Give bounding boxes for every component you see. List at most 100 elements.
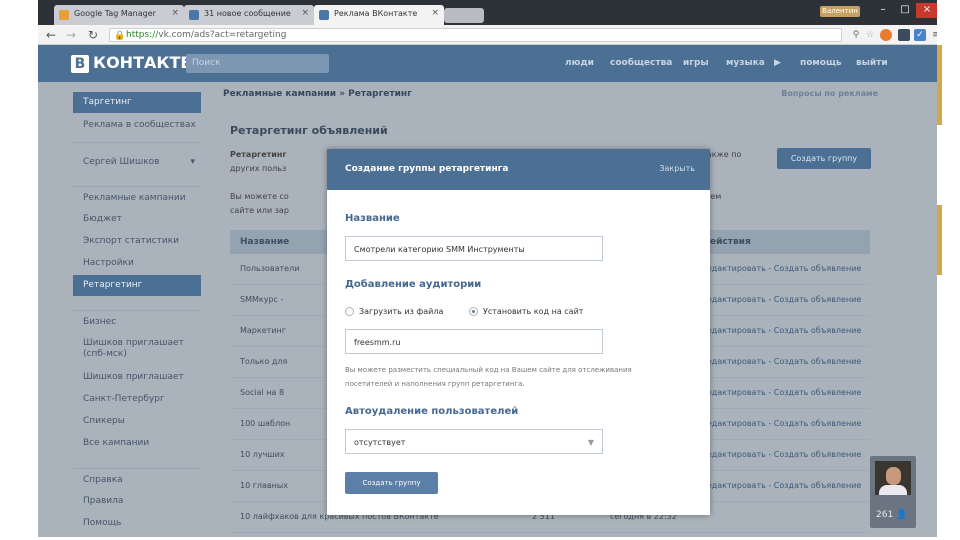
vk-search-input[interactable]: Поиск: [186, 54, 329, 73]
row-actions[interactable]: Редактировать - Создать объявление: [702, 419, 861, 428]
right-edge-strip: [937, 45, 960, 537]
tag-manager-icon: [59, 10, 69, 20]
user-icon: 👤: [896, 510, 908, 520]
pocket-icon[interactable]: [898, 29, 910, 41]
sidebar-item-retargeting[interactable]: Ретаргетинг: [73, 275, 201, 296]
play-icon[interactable]: ▶: [774, 58, 781, 68]
sidebar-item-help[interactable]: Помощь: [73, 518, 201, 529]
sidebar-item-reference[interactable]: Справка: [73, 468, 201, 486]
create-group-submit-button[interactable]: Создать группу: [345, 472, 438, 494]
reload-icon[interactable]: ↻: [88, 28, 98, 42]
avatar[interactable]: [875, 461, 911, 495]
radio-unchecked-icon: [345, 307, 354, 316]
row-actions[interactable]: Редактировать - Создать объявление: [702, 264, 861, 273]
sidebar-item-campaign-4[interactable]: Спикеры: [73, 416, 201, 427]
close-window-button[interactable]: ×: [916, 3, 937, 18]
modal-header: Создание группы ретаргетинга Закрыть: [327, 149, 710, 190]
chat-widget[interactable]: 261 👤: [870, 456, 916, 528]
row-name: Только для: [240, 357, 288, 366]
maximize-button[interactable]: □: [894, 3, 916, 18]
vk-header: В КОНТАКТЕ Поиск люди сообщества игры муз…: [38, 45, 937, 82]
create-group-button[interactable]: Создать группу: [777, 148, 871, 169]
sidebar-item-campaign-3[interactable]: Санкт-Петербург: [73, 394, 201, 405]
row-name: 10 лучших: [240, 450, 285, 459]
minimize-button[interactable]: –: [872, 3, 894, 18]
close-icon[interactable]: ×: [301, 8, 309, 18]
nav-communities[interactable]: сообщества: [610, 58, 672, 68]
sidebar-item-budget[interactable]: Бюджет: [73, 214, 201, 225]
row-name: Пользователи: [240, 264, 300, 273]
code-note: Вы можете разместить специальный код на …: [345, 366, 632, 388]
row-actions[interactable]: Редактировать - Создать объявление: [702, 295, 861, 304]
extension-check-icon[interactable]: ✓: [914, 29, 926, 41]
menu-icon[interactable]: ≡: [930, 29, 937, 41]
nav-help[interactable]: помощь: [800, 58, 842, 68]
url-path: /ads?act=retargeting: [190, 30, 287, 40]
profile-badge[interactable]: Валентин: [820, 6, 860, 17]
sidebar-item-targeting[interactable]: Таргетинг: [73, 92, 201, 113]
sidebar-item-campaigns[interactable]: Рекламные кампании: [73, 186, 201, 204]
extension-icon[interactable]: [880, 29, 892, 41]
sidebar-item-campaign-1[interactable]: Шишков приглашает (спб-мск): [73, 338, 201, 360]
edge-marker: [937, 205, 942, 275]
breadcrumb[interactable]: Рекламные кампании » Ретаргетинг: [223, 89, 412, 99]
intro-text: других польз: [230, 164, 287, 173]
forward-arrow-icon[interactable]: →: [66, 28, 76, 42]
sidebar-item-business[interactable]: Бизнес: [73, 310, 201, 328]
tab-label: Реклама ВКонтакте: [334, 9, 418, 18]
edge-marker: [937, 45, 942, 125]
nav-logout[interactable]: выйти: [856, 58, 888, 68]
tab-messages[interactable]: 31 новое сообщение ×: [184, 5, 314, 25]
star-icon[interactable]: ☆: [864, 29, 876, 41]
url-domain: vk.com: [158, 30, 191, 40]
browser-window: Google Tag Manager × 31 новое сообщение …: [38, 0, 937, 537]
intro-text: сайте или зар: [230, 206, 289, 215]
close-icon[interactable]: ×: [171, 8, 179, 18]
row-name: 10 главных: [240, 481, 288, 490]
sidebar-item-account[interactable]: Сергей Шишков ▾: [73, 142, 201, 178]
modal-close-link[interactable]: Закрыть: [659, 164, 695, 173]
intro-text: Вы можете со: [230, 192, 289, 201]
radio-checked-icon: [469, 307, 478, 316]
modal-title: Создание группы ретаргетинга: [345, 164, 509, 174]
zoom-icon[interactable]: ⚲: [850, 29, 862, 41]
url-field[interactable]: 🔒 https://vk.com/ads?act=retargeting: [109, 28, 842, 42]
sidebar-item-community-ads[interactable]: Реклама в сообществах: [73, 120, 201, 131]
row-actions[interactable]: Редактировать - Создать объявление: [702, 357, 861, 366]
row-name: SMMкурс -: [240, 295, 284, 304]
autodelete-select[interactable]: отсутствует ▼: [345, 429, 603, 454]
tab-label: 31 новое сообщение: [204, 9, 291, 18]
group-name-input[interactable]: Смотрели категорию SMM Инструменты: [345, 236, 603, 261]
tab-vk-ads[interactable]: Реклама ВКонтакте ×: [314, 5, 444, 25]
lock-icon: 🔒: [114, 31, 126, 41]
close-icon[interactable]: ×: [431, 8, 439, 18]
row-name: Маркетинг: [240, 326, 286, 335]
sidebar-item-export[interactable]: Экспорт статистики: [73, 236, 201, 247]
nav-people[interactable]: люди: [565, 58, 594, 68]
sidebar-item-rules[interactable]: Правила: [73, 496, 201, 507]
column-name: Название: [240, 237, 290, 247]
autodelete-label: Автоудаление пользователей: [345, 406, 519, 417]
browser-titlebar: Google Tag Manager × 31 новое сообщение …: [38, 0, 937, 25]
sidebar-item-all-campaigns[interactable]: Все кампании: [73, 438, 201, 449]
radio-upload-file[interactable]: Загрузить из файла: [345, 307, 443, 316]
back-arrow-icon[interactable]: ←: [46, 28, 56, 42]
name-label: Название: [345, 213, 400, 224]
site-input[interactable]: freesmm.ru: [345, 329, 603, 354]
nav-games[interactable]: игры: [683, 58, 709, 68]
sidebar-item-campaign-2[interactable]: Шишков приглашает: [73, 372, 201, 383]
row-actions[interactable]: Редактировать - Создать объявление: [702, 450, 861, 459]
row-actions[interactable]: Редактировать - Создать объявление: [702, 326, 861, 335]
tab-google-tag-manager[interactable]: Google Tag Manager ×: [54, 5, 184, 25]
vk-logo[interactable]: В КОНТАКТЕ: [71, 53, 191, 73]
radio-install-code[interactable]: Установить код на сайт: [469, 307, 583, 316]
audience-label: Добавление аудитории: [345, 279, 482, 290]
help-link[interactable]: Вопросы по рекламе: [781, 89, 878, 98]
sidebar-item-settings[interactable]: Настройки: [73, 258, 201, 269]
sidebar: Таргетинг Реклама в сообществах Сергей Ш…: [73, 82, 203, 537]
nav-music[interactable]: музыка: [726, 58, 765, 68]
row-actions[interactable]: Редактировать - Создать объявление: [702, 481, 861, 490]
row-actions[interactable]: Редактировать - Создать объявление: [702, 388, 861, 397]
new-tab-button[interactable]: [444, 8, 484, 23]
retargeting-modal: Создание группы ретаргетинга Закрыть Наз…: [327, 149, 710, 515]
